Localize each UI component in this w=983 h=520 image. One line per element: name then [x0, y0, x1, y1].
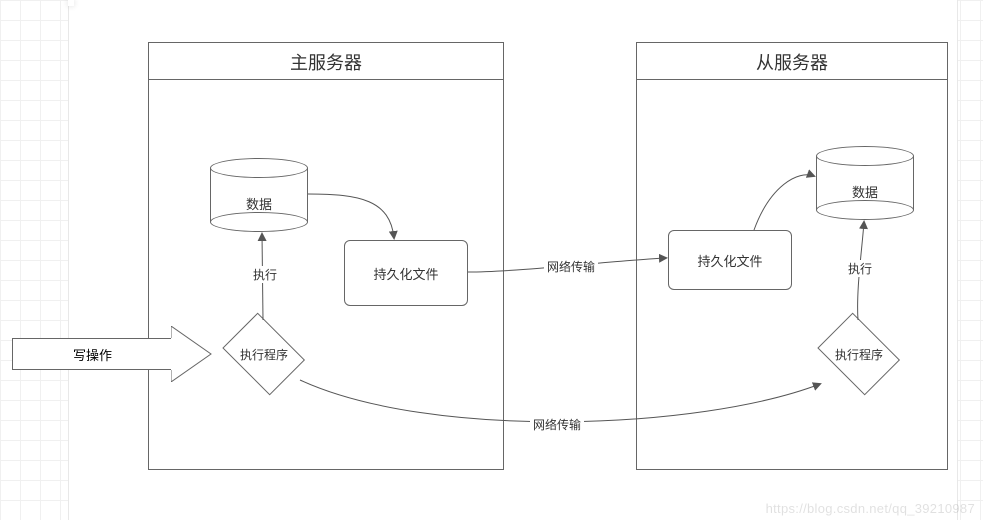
slave-persist-box: 持久化文件: [668, 230, 792, 290]
slave-exec-label: 执行程序: [835, 346, 883, 363]
diagram-canvas: 主服务器 从服务器 数据 持久化文件 执行程序 数据 持久化文件 执行程序: [0, 0, 983, 520]
master-exec-diamond: 执行程序: [216, 318, 312, 390]
master-server-title: 主服务器: [149, 43, 503, 79]
network-top-label: 网络传输: [544, 258, 598, 275]
master-data-label: 数据: [210, 194, 308, 213]
watermark: https://blog.csdn.net/qq_39210987: [766, 501, 975, 516]
write-op-label: 写操作: [73, 345, 112, 364]
slave-persist-label: 持久化文件: [697, 251, 762, 270]
write-op-arrow: 写操作: [12, 326, 212, 382]
slave-exec-diamond: 执行程序: [811, 318, 907, 390]
slave-data-label: 数据: [816, 182, 914, 201]
slave-server-divider: [637, 79, 947, 80]
slave-data-cylinder: 数据: [816, 146, 914, 220]
master-exec-edge-label: 执行: [250, 266, 280, 283]
page-corner: [68, 0, 74, 6]
master-server-divider: [149, 79, 503, 80]
slave-exec-edge-label: 执行: [845, 260, 875, 277]
master-persist-label: 持久化文件: [373, 264, 438, 283]
master-exec-label: 执行程序: [240, 346, 288, 363]
network-bottom-label: 网络传输: [530, 416, 584, 433]
slave-server-title: 从服务器: [637, 43, 947, 79]
master-data-cylinder: 数据: [210, 158, 308, 232]
master-persist-box: 持久化文件: [344, 240, 468, 306]
